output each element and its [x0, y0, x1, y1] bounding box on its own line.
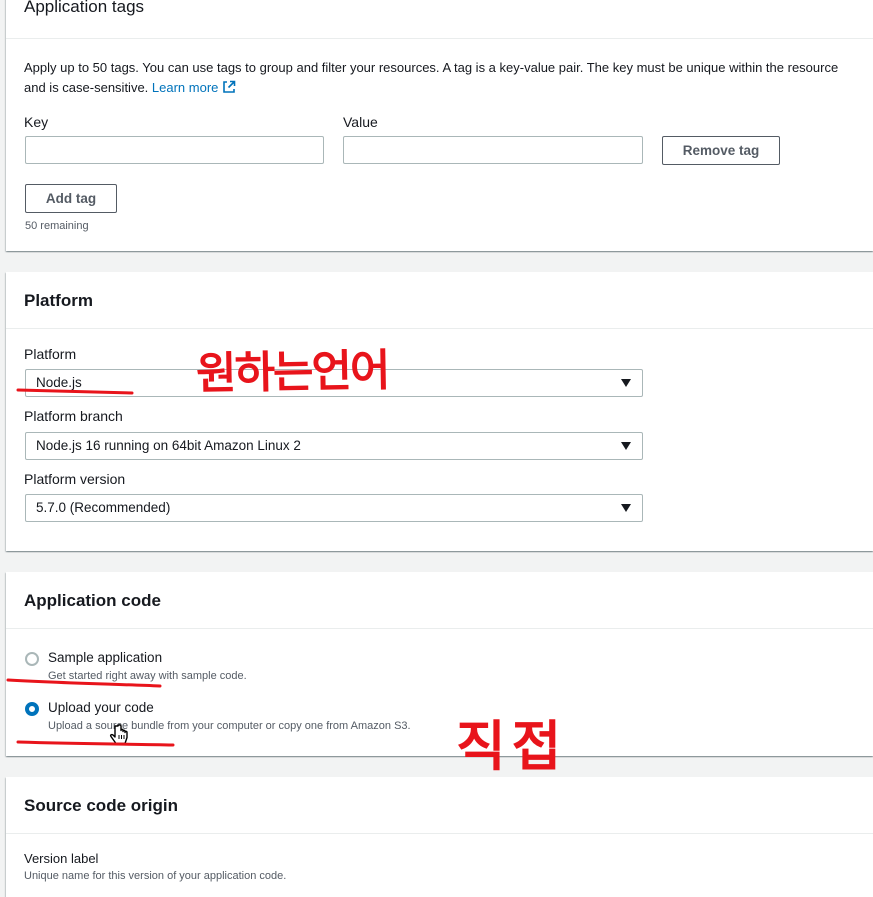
application-code-title: Application code	[6, 572, 873, 629]
hand-cursor-icon	[109, 724, 128, 745]
tags-remaining: 50 remaining	[25, 220, 89, 232]
chevron-down-icon	[621, 504, 631, 512]
add-tag-button[interactable]: Add tag	[25, 184, 117, 213]
platform-panel: Platform Platform Node.js Platform branc…	[6, 272, 873, 551]
upload-code-radio[interactable]	[25, 702, 39, 716]
chevron-down-icon	[621, 379, 631, 387]
radio-option-upload[interactable]: Upload your code Upload a source bundle …	[24, 700, 524, 740]
sample-application-label: Sample application	[48, 650, 163, 665]
tags-description-text: Apply up to 50 tags. You can use tags to…	[24, 60, 839, 95]
value-label: Value	[343, 114, 378, 130]
platform-select-value: Node.js	[36, 375, 82, 390]
platform-branch-label: Platform branch	[24, 408, 123, 424]
radio-option-sample[interactable]: Sample application Get started right awa…	[24, 650, 524, 690]
tag-key-input[interactable]	[25, 136, 324, 164]
version-label: Version label	[24, 851, 99, 866]
annotation-language-text: 원하는언어	[195, 345, 389, 400]
learn-more-link[interactable]: Learn more	[152, 80, 236, 95]
application-code-panel: Application code Sample application Get …	[6, 572, 873, 756]
upload-code-desc: Upload a source bundle from your compute…	[48, 720, 411, 732]
sample-application-desc: Get started right away with sample code.	[48, 670, 247, 682]
remove-tag-button[interactable]: Remove tag	[662, 136, 780, 165]
application-tags-title: Application tags	[6, 0, 873, 39]
application-tags-panel: Application tags Apply up to 50 tags. Yo…	[6, 0, 873, 251]
source-code-origin-title: Source code origin	[6, 777, 873, 834]
version-label-desc: Unique name for this version of your app…	[24, 870, 287, 882]
platform-version-select[interactable]: 5.7.0 (Recommended)	[25, 494, 643, 522]
platform-version-value: 5.7.0 (Recommended)	[36, 500, 171, 515]
platform-branch-select[interactable]: Node.js 16 running on 64bit Amazon Linux…	[25, 432, 643, 460]
external-link-icon	[223, 80, 236, 93]
platform-title: Platform	[6, 272, 873, 329]
source-code-origin-panel: Source code origin Version label Unique …	[6, 777, 873, 897]
platform-version-label: Platform version	[24, 471, 126, 487]
key-label: Key	[24, 114, 49, 130]
platform-branch-value: Node.js 16 running on 64bit Amazon Linux…	[36, 438, 301, 453]
tag-value-input[interactable]	[343, 136, 643, 164]
sample-application-radio[interactable]	[25, 652, 39, 666]
upload-code-label: Upload your code	[48, 700, 154, 715]
annotation-direct-text: 직접	[456, 715, 568, 778]
chevron-down-icon	[621, 442, 631, 450]
platform-label: Platform	[24, 346, 77, 362]
tags-description: Apply up to 50 tags. You can use tags to…	[24, 58, 844, 98]
